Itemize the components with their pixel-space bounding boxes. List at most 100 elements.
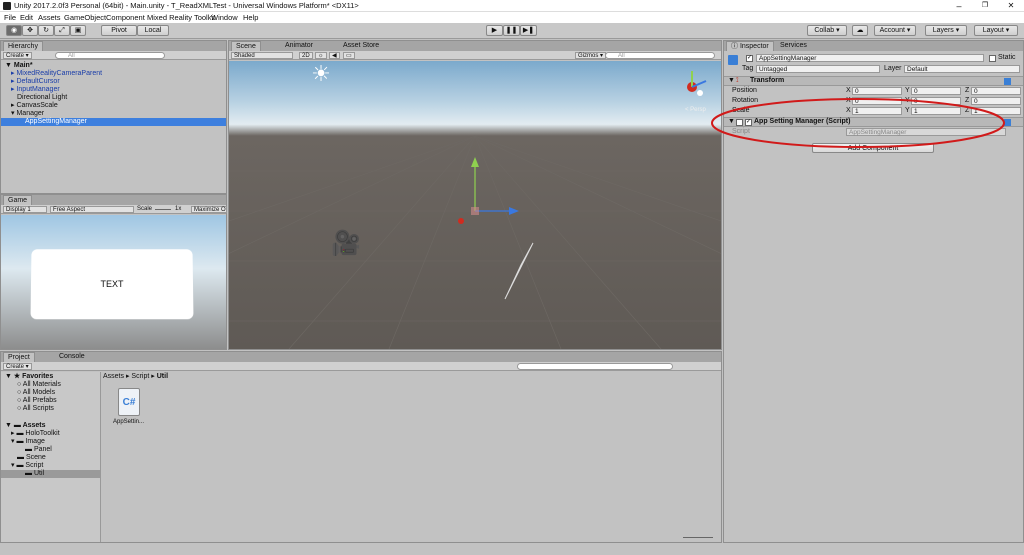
breadcrumb-item[interactable]: Script <box>131 373 149 380</box>
menu-mixed-reality-toolkit[interactable]: Mixed Reality Toolkit <box>147 13 215 22</box>
position-y-field[interactable]: 0 <box>911 87 961 95</box>
favorites-item[interactable]: ○ All Materials <box>1 381 100 389</box>
scene-search-input[interactable]: All <box>605 52 715 59</box>
breadcrumb-item[interactable]: Util <box>157 373 168 380</box>
folder-item[interactable]: ▬ Panel <box>1 446 100 454</box>
pos-z-label: Z <box>965 87 970 94</box>
sun-light-icon: ☀ <box>311 61 331 86</box>
transform-toggle-icon: ▼ <box>728 77 735 84</box>
script-asset[interactable]: C# AppSettin... <box>113 388 144 432</box>
audio-toggle-icon[interactable]: ◀ <box>329 52 340 59</box>
menu-gameobject[interactable]: GameObject <box>64 13 106 22</box>
lighting-toggle-icon[interactable]: ☼ <box>315 52 327 59</box>
scale-slider[interactable] <box>155 209 171 210</box>
favorites-item[interactable]: ○ All Prefabs <box>1 397 100 405</box>
hierarchy-item[interactable]: ▸ InputManager <box>1 86 226 94</box>
scene-tabbar: Scene Animator Asset Store <box>229 41 721 51</box>
breadcrumb-item[interactable]: Assets <box>103 373 124 380</box>
game-view[interactable]: TEXT <box>1 215 226 349</box>
cloud-icon[interactable]: ☁ <box>852 25 868 36</box>
step-button[interactable]: ▶❚ <box>520 25 537 36</box>
hand-tool-icon[interactable]: ◉ <box>6 25 22 36</box>
layer-label: Layer <box>884 65 902 72</box>
folder-item-selected[interactable]: ▬ Util <box>1 470 100 478</box>
position-x-field[interactable]: 0 <box>852 87 902 95</box>
active-checkbox[interactable]: ✓ <box>746 55 753 62</box>
shaded-select[interactable]: Shaded <box>231 52 293 59</box>
minimize-button[interactable]: – <box>946 0 972 12</box>
pos-y-label: Y <box>905 87 910 94</box>
close-button[interactable]: ✕ <box>998 0 1024 12</box>
scale-label: Scale <box>137 206 153 212</box>
help-icon[interactable] <box>1004 78 1011 85</box>
hierarchy-item-selected[interactable]: AppSettingManager <box>1 118 226 126</box>
tab-animator[interactable]: Animator <box>281 41 318 51</box>
folder-item[interactable]: ▬ Scene <box>1 454 100 462</box>
tag-dropdown[interactable]: Untagged <box>756 65 880 73</box>
collab-button[interactable]: Collab ▾ <box>807 25 847 36</box>
hierarchy-search-input[interactable]: All <box>55 52 165 59</box>
hierarchy-item[interactable]: ▾ Manager <box>1 110 226 118</box>
hierarchy-item[interactable]: ▸ DefaultCursor <box>1 78 226 86</box>
scene-root[interactable]: ▼ Main* <box>1 62 226 70</box>
favorites-node[interactable]: ▼ ★ Favorites <box>1 373 100 381</box>
move-tool-icon[interactable]: ✥ <box>22 25 38 36</box>
2d-toggle[interactable]: 2D <box>299 52 313 59</box>
project-create-button[interactable]: Create ▾ <box>3 363 32 370</box>
hierarchy-item[interactable]: Directional Light <box>1 94 226 102</box>
pivot-button[interactable]: Pivot <box>101 25 137 36</box>
display-select[interactable]: Display 1 <box>3 206 47 213</box>
scene-subbar: Shaded 2D ☼ ◀ ▭ Gizmos ▾ All <box>229 51 721 60</box>
scene-orientation-gizmo[interactable] <box>676 67 712 103</box>
tab-hierarchy[interactable]: Hierarchy <box>3 41 43 51</box>
scene-view[interactable]: ☀ 🎥 < Persp <box>229 61 721 349</box>
menu-window[interactable]: Window <box>211 13 238 22</box>
hierarchy-item-label: MixedRealityCameraParent <box>16 70 103 77</box>
hierarchy-create-button[interactable]: Create ▾ <box>3 52 32 59</box>
tab-project[interactable]: Project <box>3 352 35 362</box>
tab-asset-store[interactable]: Asset Store <box>339 41 384 51</box>
gizmos-button[interactable]: Gizmos ▾ <box>575 52 607 59</box>
maximize-button[interactable]: ❐ <box>972 0 998 12</box>
rect-tool-icon[interactable]: ▣ <box>70 25 86 36</box>
effects-toggle-icon[interactable]: ▭ <box>343 52 355 59</box>
local-button[interactable]: Local <box>137 25 169 36</box>
menu-edit[interactable]: Edit <box>20 13 33 22</box>
transform-header[interactable]: ▼ ⟟ Transform <box>724 76 1023 86</box>
aspect-select[interactable]: Free Aspect <box>50 206 134 213</box>
folder-item[interactable]: ▸ ▬ HoloToolkit <box>1 430 100 438</box>
hierarchy-item[interactable]: ▸ CanvasScale <box>1 102 226 110</box>
rotate-tool-icon[interactable]: ↻ <box>38 25 54 36</box>
object-name-field[interactable]: AppSettingManager <box>756 54 984 62</box>
layout-button[interactable]: Layout ▾ <box>974 25 1018 36</box>
pause-button[interactable]: ❚❚ <box>503 25 520 36</box>
game-text-panel: TEXT <box>30 249 194 320</box>
zoom-slider[interactable] <box>683 537 713 538</box>
persp-label[interactable]: < Persp <box>685 107 706 113</box>
tab-services[interactable]: Services <box>776 41 811 51</box>
account-button[interactable]: Account ▾ <box>874 25 916 36</box>
tab-game[interactable]: Game <box>3 195 33 205</box>
play-button[interactable]: ▶ <box>486 25 503 36</box>
layer-dropdown[interactable]: Default <box>904 65 1020 73</box>
menu-assets[interactable]: Assets <box>38 13 61 22</box>
inspector-tabbar: ⓘ Inspector Services <box>724 41 1023 51</box>
tab-scene[interactable]: Scene <box>231 41 261 51</box>
folder-item[interactable]: ▾ ▬ Script <box>1 462 100 470</box>
project-search-input[interactable] <box>517 363 673 370</box>
layers-button[interactable]: Layers ▾ <box>925 25 967 36</box>
favorites-item[interactable]: ○ All Models <box>1 389 100 397</box>
hierarchy-item[interactable]: ▸ MixedRealityCameraParent <box>1 70 226 78</box>
menu-help[interactable]: Help <box>243 13 258 22</box>
scale-tool-icon[interactable]: ⤢ <box>54 25 70 36</box>
assets-node[interactable]: ▼ ▬ Assets <box>1 422 100 430</box>
favorites-item[interactable]: ○ All Scripts <box>1 405 100 413</box>
folder-item[interactable]: ▾ ▬ Image <box>1 438 100 446</box>
tab-console[interactable]: Console <box>55 352 89 362</box>
static-checkbox[interactable] <box>989 55 996 62</box>
position-z-field[interactable]: 0 <box>971 87 1021 95</box>
menu-component[interactable]: Component <box>106 13 145 22</box>
menu-file[interactable]: File <box>4 13 16 22</box>
maximize-on-play-button[interactable]: Maximize O <box>191 206 227 213</box>
tab-inspector[interactable]: ⓘ Inspector <box>726 41 774 51</box>
